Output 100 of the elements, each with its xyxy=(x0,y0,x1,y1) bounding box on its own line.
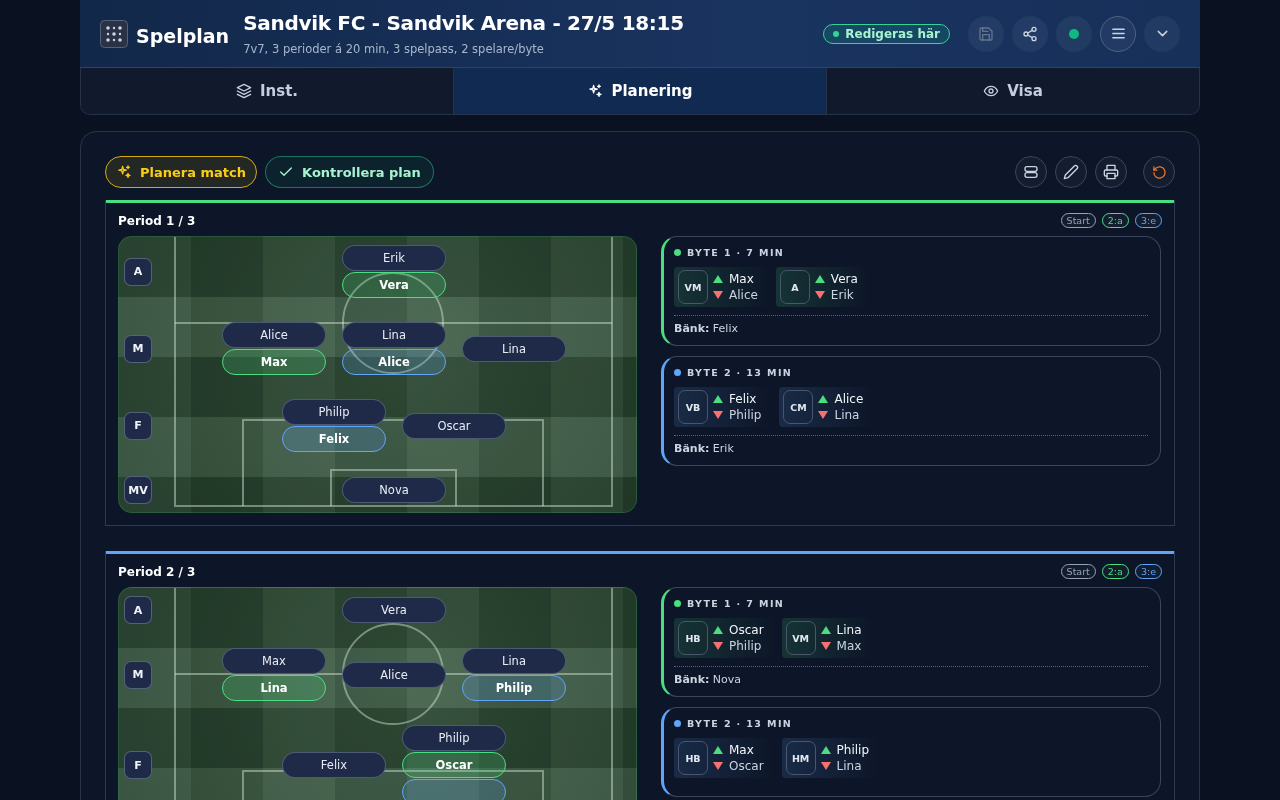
player-in-name: Max xyxy=(729,743,755,757)
player-chip[interactable]: Max xyxy=(222,349,326,375)
status-text: Redigeras här xyxy=(845,26,940,41)
reset-button[interactable] xyxy=(1143,156,1175,188)
stage-badge[interactable]: 3:e xyxy=(1134,213,1162,228)
bench-text: Bänk: Nova xyxy=(674,666,1148,686)
player-chip[interactable]: Max xyxy=(222,648,326,674)
player-out-name: Erik xyxy=(830,288,855,302)
substitution-heading: BYTE 1 · 7 MIN xyxy=(687,247,785,258)
player-out-name: Alice xyxy=(729,288,758,302)
print-button[interactable] xyxy=(1095,156,1127,188)
player-chip[interactable]: Oscar xyxy=(402,752,506,778)
up-arrow-icon xyxy=(713,275,723,283)
player-chip[interactable]: Felix xyxy=(282,426,386,452)
player-chip[interactable]: Vera xyxy=(342,272,446,298)
player-out-name: Max xyxy=(836,639,862,653)
line-label: A xyxy=(124,257,152,286)
stage-badge[interactable]: Start xyxy=(1060,213,1096,228)
down-arrow-icon xyxy=(713,411,723,419)
stage-badge[interactable]: Start xyxy=(1060,564,1096,579)
player-out-name: Philip xyxy=(729,639,763,653)
sparkles-icon xyxy=(116,164,132,180)
down-arrow-icon xyxy=(713,642,723,650)
down-arrow-icon xyxy=(820,762,831,770)
position-badge: A xyxy=(779,270,810,304)
player-chip[interactable]: Lina xyxy=(462,335,566,362)
player-chip[interactable]: Vera xyxy=(342,597,446,623)
stage-badge[interactable]: 2:a xyxy=(1101,564,1129,579)
player-chip[interactable]: Erik xyxy=(342,245,446,271)
player-chip[interactable]: Nova xyxy=(342,477,446,503)
player-chip[interactable]: Felix xyxy=(282,752,386,778)
match-subtitle: 7v7, 3 perioder á 20 min, 3 spelpass, 2 spelare/byte xyxy=(243,42,545,56)
printer-icon xyxy=(1103,164,1119,180)
status-dot-icon xyxy=(833,30,840,37)
player-chip[interactable]: Alice xyxy=(342,349,446,375)
up-arrow-icon xyxy=(713,395,723,403)
up-arrow-icon xyxy=(820,746,831,754)
check-plan-button[interactable]: Kontrollera plan xyxy=(265,156,434,188)
expand-button[interactable] xyxy=(1144,15,1180,52)
stage-badge[interactable]: 3:e xyxy=(1134,564,1162,579)
player-out-name: Lina xyxy=(836,759,863,773)
line-label: F xyxy=(124,411,152,440)
down-arrow-icon xyxy=(820,642,831,650)
player-chip[interactable]: Alice xyxy=(342,661,446,688)
tab[interactable]: Visa xyxy=(827,68,1199,114)
position-badge: VM xyxy=(785,621,816,655)
line-label: M xyxy=(124,660,152,689)
position-badge: HB xyxy=(678,621,708,655)
player-chip[interactable] xyxy=(402,779,506,800)
tab[interactable]: Planering xyxy=(454,68,827,114)
player-in-name: Felix xyxy=(729,392,758,406)
position-badge: VB xyxy=(678,390,708,424)
up-arrow-icon xyxy=(713,746,723,754)
down-arrow-icon xyxy=(713,762,723,770)
player-chip[interactable]: Lina xyxy=(222,675,326,701)
player-chip[interactable]: Oscar xyxy=(402,412,506,439)
connection-status-button[interactable] xyxy=(1056,15,1092,52)
position-badge: HM xyxy=(785,741,816,775)
up-arrow-icon xyxy=(814,275,825,283)
stage-badge[interactable]: 2:a xyxy=(1101,213,1129,228)
bench-text: Bänk: Erik xyxy=(674,435,1148,455)
share-icon xyxy=(1022,25,1038,42)
line-label: F xyxy=(124,751,152,779)
edit-button[interactable] xyxy=(1055,156,1087,188)
player-chip[interactable]: Philip xyxy=(462,675,566,701)
up-arrow-icon xyxy=(820,626,831,634)
substitution-heading: BYTE 2 · 13 MIN xyxy=(687,718,793,729)
share-button[interactable] xyxy=(1012,15,1048,52)
plan-match-button[interactable]: Planera match xyxy=(105,156,258,188)
player-chip[interactable]: Alice xyxy=(222,322,326,348)
player-chip[interactable]: Lina xyxy=(342,322,446,348)
undo-icon xyxy=(1151,164,1167,180)
period-title: Period 2 / 3 xyxy=(118,564,197,579)
line-label: A xyxy=(124,596,152,624)
player-chip[interactable]: Philip xyxy=(282,399,386,425)
line-label: M xyxy=(124,334,152,363)
position-badge: HB xyxy=(678,741,708,775)
player-in-name: Lina xyxy=(836,623,862,637)
menu-button[interactable] xyxy=(1100,15,1136,52)
bench-text: Bänk: Felix xyxy=(674,315,1148,335)
layers-icon xyxy=(235,83,252,99)
app-name: Spelplan xyxy=(136,24,230,47)
eye-icon xyxy=(983,83,1000,99)
period-title: Period 1 / 3 xyxy=(118,213,197,228)
tab[interactable]: Inst. xyxy=(81,68,454,114)
match-title: Sandvik FC - Sandvik Arena - 27/5 18:15 xyxy=(243,11,684,35)
player-out-name: Lina xyxy=(834,408,861,422)
up-arrow-icon xyxy=(818,395,829,403)
player-in-name: Max xyxy=(729,272,755,286)
logo-icon xyxy=(100,19,128,48)
position-badge: CM xyxy=(783,390,814,424)
layout-toggle-button[interactable] xyxy=(1015,156,1047,188)
player-chip[interactable]: Lina xyxy=(462,648,566,674)
player-chip[interactable]: Philip xyxy=(402,725,506,751)
substitution-heading: BYTE 2 · 13 MIN xyxy=(687,367,793,378)
down-arrow-icon xyxy=(713,291,723,299)
up-arrow-icon xyxy=(713,626,723,634)
down-arrow-icon xyxy=(818,411,829,419)
player-out-name: Philip xyxy=(729,408,762,422)
player-out-name: Oscar xyxy=(729,759,764,773)
